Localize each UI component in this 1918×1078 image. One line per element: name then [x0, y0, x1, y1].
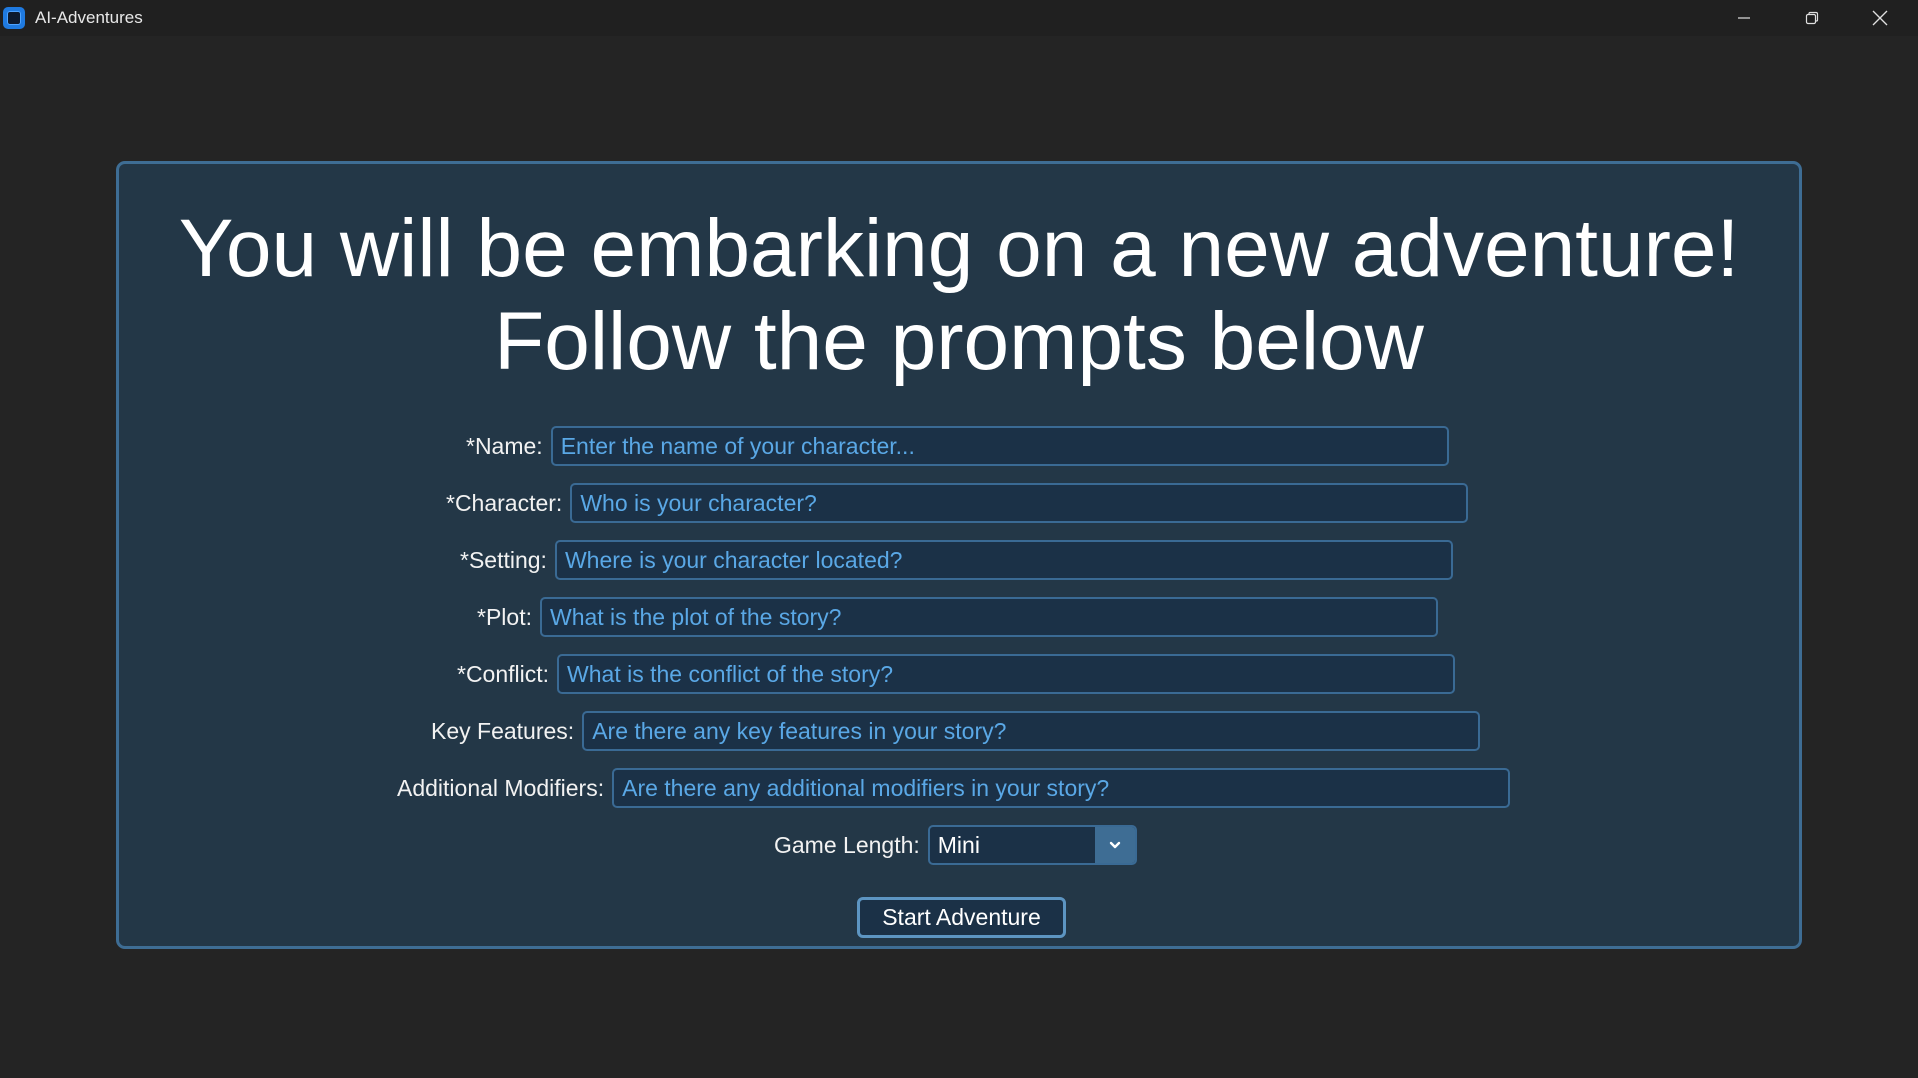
adventure-setup-panel: You will be embarking on a new adventure…: [116, 161, 1802, 949]
game-length-value: Mini: [937, 831, 980, 858]
conflict-row: *Conflict:: [457, 654, 1456, 694]
name-label: *Name:: [466, 432, 543, 459]
plot-row: *Plot:: [477, 597, 1438, 637]
window-title: AI-Adventures: [35, 8, 143, 27]
key-features-label: Key Features:: [431, 717, 575, 744]
additional-modifiers-label: Additional Modifiers:: [397, 774, 605, 801]
dropdown-arrow-button[interactable]: [1094, 827, 1135, 863]
conflict-input[interactable]: [557, 654, 1456, 694]
key-features-row: Key Features:: [431, 711, 1481, 751]
game-length-label: Game Length:: [774, 831, 920, 858]
close-icon: [1872, 10, 1888, 26]
heading-line-1: You will be embarking on a new adventure…: [178, 203, 1740, 294]
name-row: *Name:: [466, 426, 1449, 466]
plot-input[interactable]: [539, 597, 1438, 637]
game-length-select[interactable]: Mini: [927, 825, 1137, 865]
restore-button[interactable]: [1778, 0, 1846, 36]
chevron-down-icon: [1109, 841, 1120, 849]
minimize-icon: [1738, 17, 1750, 19]
title-bar: AI-Adventures: [0, 0, 1918, 36]
conflict-label: *Conflict:: [457, 660, 550, 687]
character-row: *Character:: [446, 483, 1469, 523]
app-icon: [3, 7, 25, 29]
setting-label: *Setting:: [460, 546, 547, 573]
setting-input[interactable]: [554, 540, 1453, 580]
plot-label: *Plot:: [477, 603, 532, 630]
additional-modifiers-row: Additional Modifiers:: [397, 768, 1511, 808]
game-length-row: Game Length: Mini: [774, 825, 1137, 865]
start-adventure-button[interactable]: Start Adventure: [857, 897, 1066, 938]
character-input[interactable]: [570, 483, 1469, 523]
character-label: *Character:: [446, 489, 563, 516]
key-features-input[interactable]: [582, 711, 1481, 751]
minimize-button[interactable]: [1710, 0, 1778, 36]
close-button[interactable]: [1846, 0, 1914, 36]
setting-row: *Setting:: [460, 540, 1453, 580]
heading-line-2: Follow the prompts below: [494, 296, 1424, 387]
restore-icon: [1805, 11, 1819, 25]
page-title: You will be embarking on a new adventure…: [119, 202, 1799, 388]
additional-modifiers-input[interactable]: [612, 768, 1511, 808]
name-input[interactable]: [550, 426, 1449, 466]
